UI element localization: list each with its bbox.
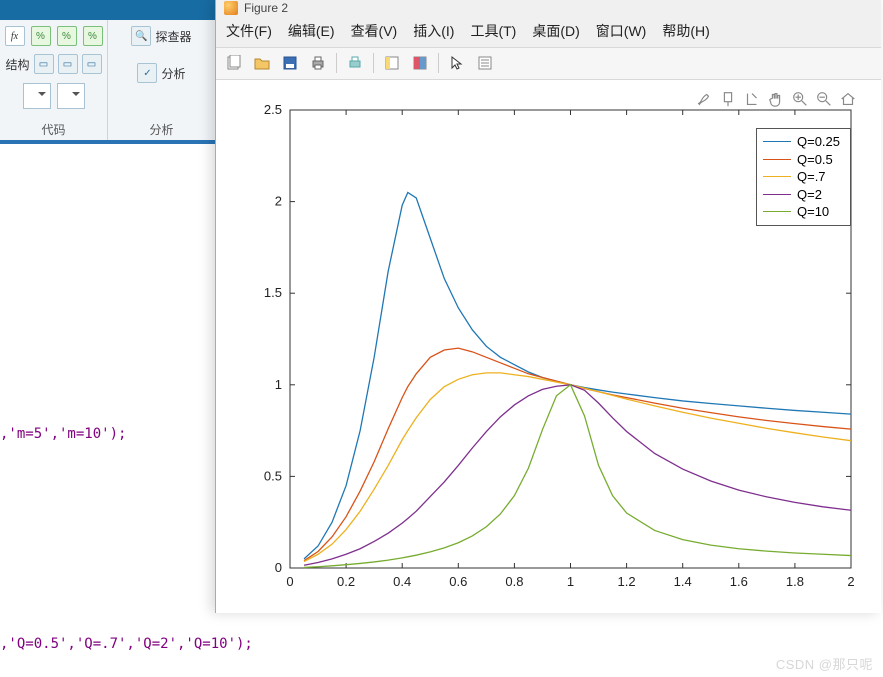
dropdown-2[interactable] <box>57 83 85 109</box>
percent-x-icon[interactable]: % <box>57 26 77 46</box>
ribbon-group-analyze: 🔍 探查器 ✓ 分析 分析 <box>108 20 215 140</box>
svg-text:0.5: 0.5 <box>264 468 282 483</box>
matlab-ribbon-fragment: fx % % % 结构 ▭ ▭ ▭ 代码 🔍 探查器 ✓ <box>0 0 215 141</box>
legend-label: Q=0.25 <box>797 133 840 151</box>
watermark: CSDN @那只呢 <box>776 654 873 673</box>
menu-file[interactable]: 文件(F) <box>226 21 272 41</box>
analyze-icon: ✓ <box>137 63 157 83</box>
menu-desktop[interactable]: 桌面(D) <box>532 21 579 41</box>
toolbar-sep-1 <box>336 53 337 73</box>
svg-text:0: 0 <box>286 574 293 589</box>
percent-arrow-icon[interactable]: % <box>83 26 103 46</box>
menu-help[interactable]: 帮助(H) <box>662 21 709 41</box>
magnifier-icon: 🔍 <box>131 26 151 46</box>
fx-icon[interactable]: fx <box>5 26 25 46</box>
svg-text:1: 1 <box>567 574 574 589</box>
ribbon-blue-strip <box>0 0 215 20</box>
legend-label: Q=.7 <box>797 168 826 186</box>
svg-text:1.4: 1.4 <box>674 574 692 589</box>
svg-text:1: 1 <box>275 377 282 392</box>
pointer-icon[interactable] <box>445 51 469 75</box>
menu-view[interactable]: 查看(V) <box>351 21 398 41</box>
legend-line-icon <box>763 141 791 142</box>
legend-line-icon <box>763 176 791 177</box>
edit-plot-icon[interactable] <box>343 51 367 75</box>
svg-text:1.5: 1.5 <box>264 285 282 300</box>
menu-window[interactable]: 窗口(W) <box>596 21 647 41</box>
legend-entry[interactable]: Q=0.5 <box>763 151 840 169</box>
legend-line-icon <box>763 211 791 212</box>
new-figure-icon[interactable] <box>222 51 246 75</box>
inspect-icon[interactable] <box>473 51 497 75</box>
svg-text:0.8: 0.8 <box>505 574 523 589</box>
figure-titlebar[interactable]: Figure 2 <box>216 0 881 16</box>
layout-1-icon[interactable] <box>380 51 404 75</box>
svg-text:0.2: 0.2 <box>337 574 355 589</box>
legend-entry[interactable]: Q=10 <box>763 203 840 221</box>
group-code-label: 代码 <box>41 117 65 138</box>
figure-canvas-area: 00.20.40.60.811.21.41.61.8200.511.522.5 … <box>216 80 881 613</box>
legend-entry[interactable]: Q=2 <box>763 186 840 204</box>
ide-blue-bar <box>0 140 215 144</box>
menu-insert[interactable]: 插入(I) <box>413 21 454 41</box>
percent-icon[interactable]: % <box>31 26 51 46</box>
indent-mid-icon[interactable]: ▭ <box>58 54 78 74</box>
legend-label: Q=10 <box>797 203 829 221</box>
figure-toolbar <box>216 47 881 80</box>
svg-text:2: 2 <box>847 574 854 589</box>
indent-in-icon[interactable]: ▭ <box>34 54 54 74</box>
code-snip-1: ,'m=5','m=10'); <box>0 426 126 442</box>
svg-text:0: 0 <box>275 560 282 575</box>
legend[interactable]: Q=0.25Q=0.5Q=.7Q=2Q=10 <box>756 128 851 226</box>
analyze-label: 分析 <box>161 65 185 82</box>
code-snip-2: ,'Q=0.5','Q=.7','Q=2','Q=10'); <box>0 636 253 652</box>
legend-label: Q=2 <box>797 186 822 204</box>
legend-entry[interactable]: Q=.7 <box>763 168 840 186</box>
group-analyze-label: 分析 <box>149 117 173 138</box>
figure-window: Figure 2 文件(F) 编辑(E) 查看(V) 插入(I) 工具(T) 桌… <box>215 0 881 613</box>
save-icon[interactable] <box>278 51 302 75</box>
analyze-button-row[interactable]: ✓ 分析 <box>137 63 185 83</box>
svg-text:1.6: 1.6 <box>730 574 748 589</box>
menu-edit[interactable]: 编辑(E) <box>288 21 335 41</box>
legend-line-icon <box>763 159 791 160</box>
indent-out-icon[interactable]: ▭ <box>82 54 102 74</box>
legend-entry[interactable]: Q=0.25 <box>763 133 840 151</box>
figure-title: Figure 2 <box>244 1 288 15</box>
layout-2-icon[interactable] <box>408 51 432 75</box>
dropdown-1[interactable] <box>23 83 51 109</box>
svg-text:2.5: 2.5 <box>264 102 282 117</box>
svg-text:0.6: 0.6 <box>449 574 467 589</box>
svg-text:2: 2 <box>275 194 282 209</box>
toolbar-sep-3 <box>438 53 439 73</box>
matlab-logo-icon <box>224 1 238 15</box>
explorer-button[interactable]: 🔍 探查器 <box>131 26 191 46</box>
legend-label: Q=0.5 <box>797 151 833 169</box>
legend-line-icon <box>763 194 791 195</box>
svg-text:1.2: 1.2 <box>618 574 636 589</box>
figure-menubar: 文件(F) 编辑(E) 查看(V) 插入(I) 工具(T) 桌面(D) 窗口(W… <box>216 16 881 47</box>
ribbon-group-code: fx % % % 结构 ▭ ▭ ▭ 代码 <box>0 20 108 140</box>
menu-tools[interactable]: 工具(T) <box>470 21 516 41</box>
print-icon[interactable] <box>306 51 330 75</box>
struct-text: 结构 <box>5 56 29 73</box>
toolbar-sep-2 <box>373 53 374 73</box>
svg-text:1.8: 1.8 <box>786 574 804 589</box>
open-icon[interactable] <box>250 51 274 75</box>
struct-label-row: 结构 ▭ ▭ ▭ <box>5 54 101 74</box>
svg-text:0.4: 0.4 <box>393 574 411 589</box>
explorer-label: 探查器 <box>155 28 191 45</box>
